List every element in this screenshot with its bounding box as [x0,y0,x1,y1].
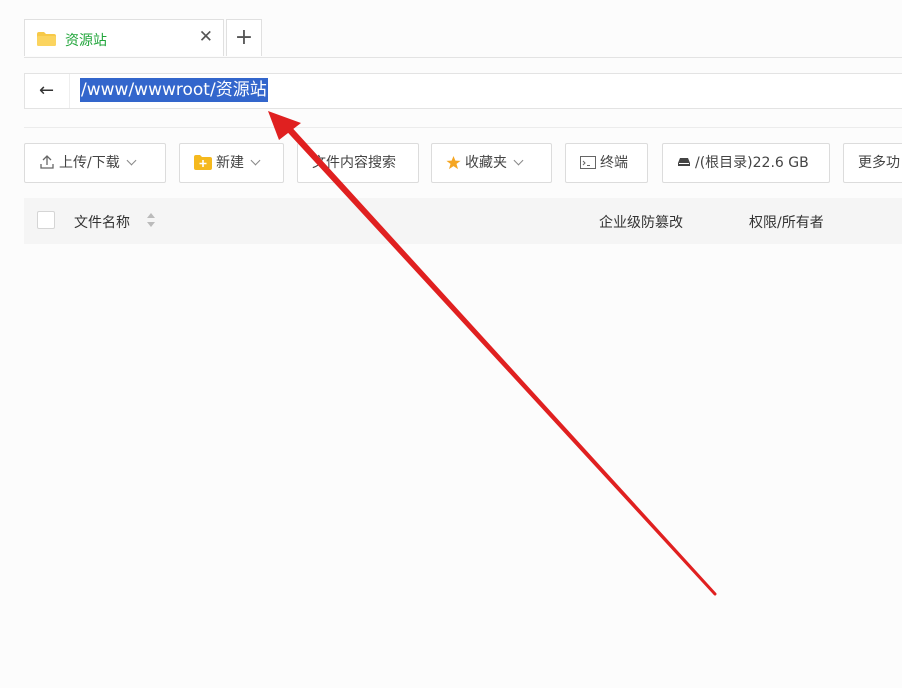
back-arrow-icon[interactable]: ← [39,80,54,101]
content-search-button[interactable]: 文件内容搜索 [297,143,419,183]
star-icon [446,155,461,169]
terminal-label: 终端 [600,155,628,171]
terminal-button[interactable]: 终端 [565,143,648,183]
annotation-arrow-shaft [280,120,717,596]
divider [24,127,902,128]
path-separator [69,74,70,108]
new-label: 新建 [216,155,244,171]
column-permission-owner: 权限/所有者 [749,215,824,231]
select-all-checkbox[interactable] [37,211,55,229]
search-label: 文件内容搜索 [312,155,396,171]
terminal-icon [580,155,596,169]
sort-icon[interactable] [146,210,156,230]
path-input[interactable]: /www/wwwroot/资源站 [80,78,268,102]
path-bar: ← /www/wwwroot/资源站 [24,73,902,109]
upload-label: 上传/下载 [59,155,120,171]
disk-label: /(根目录)22.6 GB [695,155,809,171]
column-file-name[interactable]: 文件名称 [74,212,130,232]
add-tab-button[interactable]: + [226,19,262,56]
chevron-down-icon [513,155,524,166]
more-button[interactable]: 更多功 [843,143,902,183]
tab-bar: 资源站 ✕ + [24,19,902,58]
new-folder-icon [194,154,212,170]
chevron-down-icon [250,155,261,166]
upload-icon [40,155,54,169]
disk-button[interactable]: /(根目录)22.6 GB [662,143,830,183]
favorites-label: 收藏夹 [465,155,507,171]
tab-resource-site[interactable]: 资源站 ✕ [24,19,224,56]
column-tamper-protection: 企业级防篡改 [599,215,683,231]
upload-download-button[interactable]: 上传/下载 [24,143,166,183]
close-icon[interactable]: ✕ [199,27,213,47]
tab-label: 资源站 [65,33,107,49]
favorites-button[interactable]: 收藏夹 [431,143,552,183]
chevron-down-icon [126,155,137,166]
annotation-arrow-head [268,111,301,140]
more-label: 更多功 [858,155,900,171]
file-table-header: 文件名称 企业级防篡改 权限/所有者 [24,198,902,244]
disk-icon [678,158,690,166]
folder-icon [37,32,56,46]
new-button[interactable]: 新建 [179,143,284,183]
